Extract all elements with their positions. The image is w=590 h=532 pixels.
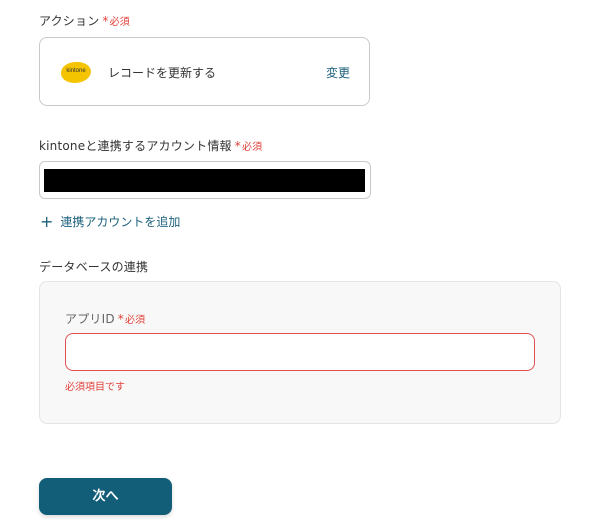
kintone-logo-text: kintone xyxy=(66,68,86,74)
required-badge: *必須 xyxy=(117,312,146,326)
app-id-input[interactable] xyxy=(65,333,535,371)
required-star: * xyxy=(234,139,241,153)
required-text: 必須 xyxy=(241,142,263,153)
account-label: kintoneと連携するアカウント情報 *必須 xyxy=(39,137,262,154)
app-id-error: 必須項目です xyxy=(65,382,125,393)
action-label-text: アクション xyxy=(39,14,100,28)
redacted-account-value xyxy=(44,169,365,192)
action-card: kintone レコードを更新する 変更 xyxy=(39,37,370,106)
required-text: 必須 xyxy=(124,315,146,326)
plus-icon: + xyxy=(40,212,54,231)
required-text: 必須 xyxy=(109,17,131,28)
action-label: アクション *必須 xyxy=(39,12,130,29)
next-button[interactable]: 次へ xyxy=(39,478,172,515)
add-account-link[interactable]: + 連携アカウントを追加 xyxy=(40,211,181,231)
add-account-label: 連携アカウントを追加 xyxy=(60,215,181,229)
app-id-label-text: アプリID xyxy=(65,312,115,326)
required-badge: *必須 xyxy=(234,139,263,153)
required-badge: *必須 xyxy=(102,14,131,28)
action-name: レコードを更新する xyxy=(108,66,217,80)
kintone-logo-icon: kintone xyxy=(61,62,91,83)
required-star: * xyxy=(117,312,124,326)
account-select[interactable] xyxy=(39,161,371,199)
account-label-text: kintoneと連携するアカウント情報 xyxy=(39,139,232,153)
app-id-label: アプリID *必須 xyxy=(65,310,145,327)
database-label: データベースの連携 xyxy=(39,260,149,274)
required-star: * xyxy=(102,14,109,28)
change-action-link[interactable]: 変更 xyxy=(326,64,350,81)
